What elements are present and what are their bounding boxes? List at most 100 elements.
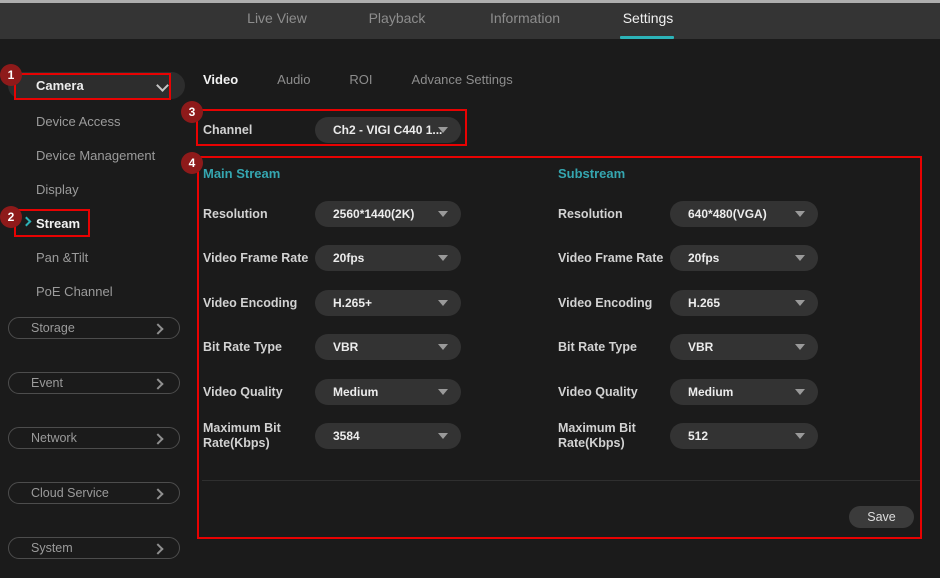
sidebar-item-device-access[interactable]: Device Access [36, 111, 121, 131]
nav-playback[interactable]: Playback [369, 0, 426, 36]
sidebar-item-display[interactable]: Display [36, 179, 79, 199]
chevron-right-icon [152, 323, 163, 334]
sidebar-item-event[interactable]: Event [8, 372, 180, 394]
dropdown-arrow-icon [795, 389, 805, 395]
sub-bit-rate-type-select[interactable]: VBR [670, 334, 818, 360]
main-encoding-label: Video Encoding [203, 296, 315, 311]
main-resolution-value: 2560*1440(2K) [333, 207, 414, 221]
dropdown-arrow-icon [438, 433, 448, 439]
sub-max-bit-rate-label: Maximum Bit Rate(Kbps) [558, 421, 653, 451]
main-frame-rate-select[interactable]: 20fps [315, 245, 461, 271]
main-resolution-row: Resolution 2560*1440(2K) [203, 201, 461, 227]
dropdown-arrow-icon [795, 211, 805, 217]
dropdown-arrow-icon [795, 344, 805, 350]
main-encoding-select[interactable]: H.265+ [315, 290, 461, 316]
sub-video-quality-select[interactable]: Medium [670, 379, 818, 405]
sidebar-item-poe-channel[interactable]: PoE Channel [36, 281, 113, 301]
chevron-right-icon [152, 378, 163, 389]
main-encoding-row: Video Encoding H.265+ [203, 290, 461, 316]
channel-row: Channel Ch2 - VIGI C440 1... [203, 117, 461, 143]
sidebar-item-storage[interactable]: Storage [8, 317, 180, 339]
nav-information[interactable]: Information [490, 0, 560, 36]
sub-max-bit-rate-select[interactable]: 512 [670, 423, 818, 449]
main-stream-title: Main Stream [203, 166, 280, 181]
sidebar-event-label: Event [31, 376, 63, 390]
sidebar-item-camera[interactable]: Camera [8, 72, 185, 99]
main-frame-rate-value: 20fps [333, 251, 364, 265]
channel-select[interactable]: Ch2 - VIGI C440 1... [315, 117, 461, 143]
main-video-quality-row: Video Quality Medium [203, 379, 461, 405]
main-bit-rate-type-select[interactable]: VBR [315, 334, 461, 360]
main-bit-rate-type-value: VBR [333, 340, 358, 354]
active-item-chevron-icon [22, 217, 32, 227]
sidebar-item-pan-tilt[interactable]: Pan &Tilt [36, 247, 88, 267]
main-max-bit-rate-row: Maximum Bit Rate(Kbps) 3584 [203, 423, 461, 449]
main-bit-rate-type-row: Bit Rate Type VBR [203, 334, 461, 360]
dropdown-arrow-icon [795, 433, 805, 439]
sidebar-system-label: System [31, 541, 73, 555]
sub-encoding-label: Video Encoding [558, 296, 670, 311]
top-nav-bar [0, 3, 940, 39]
chevron-right-icon [152, 488, 163, 499]
dropdown-arrow-icon [438, 127, 448, 133]
sub-video-quality-row: Video Quality Medium [558, 379, 818, 405]
sub-video-quality-label: Video Quality [558, 385, 670, 400]
main-frame-rate-row: Video Frame Rate 20fps [203, 245, 461, 271]
channel-value: Ch2 - VIGI C440 1... [333, 123, 442, 137]
sub-bit-rate-type-row: Bit Rate Type VBR [558, 334, 818, 360]
main-encoding-value: H.265+ [333, 296, 372, 310]
nav-live-view[interactable]: Live View [247, 0, 307, 36]
main-resolution-label: Resolution [203, 207, 315, 222]
sidebar-item-stream[interactable]: Stream [36, 213, 80, 233]
tab-advance-settings[interactable]: Advance Settings [412, 72, 513, 90]
sub-resolution-value: 640*480(VGA) [688, 207, 767, 221]
save-button[interactable]: Save [849, 506, 914, 528]
main-video-quality-select[interactable]: Medium [315, 379, 461, 405]
sub-max-bit-rate-row: Maximum Bit Rate(Kbps) 512 [558, 423, 818, 449]
sidebar-item-device-management[interactable]: Device Management [36, 145, 155, 165]
sub-video-quality-value: Medium [688, 385, 733, 399]
dropdown-arrow-icon [795, 300, 805, 306]
sub-max-bit-rate-value: 512 [688, 429, 708, 443]
main-video-quality-label: Video Quality [203, 385, 315, 400]
dropdown-arrow-icon [438, 211, 448, 217]
dropdown-arrow-icon [795, 255, 805, 261]
sidebar-item-cloud-service[interactable]: Cloud Service [8, 482, 180, 504]
sidebar-item-system[interactable]: System [8, 537, 180, 559]
sub-encoding-select[interactable]: H.265 [670, 290, 818, 316]
annotation-step-3-badge: 3 [181, 101, 203, 123]
stream-tabs: Video Audio ROI Advance Settings [203, 72, 513, 90]
tab-roi[interactable]: ROI [349, 72, 372, 90]
tab-audio[interactable]: Audio [277, 72, 310, 90]
dropdown-arrow-icon [438, 255, 448, 261]
sidebar-cloud-service-label: Cloud Service [31, 486, 109, 500]
sub-encoding-row: Video Encoding H.265 [558, 290, 818, 316]
main-max-bit-rate-value: 3584 [333, 429, 360, 443]
sub-frame-rate-row: Video Frame Rate 20fps [558, 245, 818, 271]
dropdown-arrow-icon [438, 344, 448, 350]
sub-bit-rate-type-label: Bit Rate Type [558, 340, 670, 355]
chevron-right-icon [152, 433, 163, 444]
sub-encoding-value: H.265 [688, 296, 720, 310]
substream-title: Substream [558, 166, 625, 181]
dropdown-arrow-icon [438, 300, 448, 306]
dropdown-arrow-icon [438, 389, 448, 395]
main-max-bit-rate-label: Maximum Bit Rate(Kbps) [203, 421, 298, 451]
annotation-step-2-badge: 2 [0, 206, 22, 228]
chevron-right-icon [152, 543, 163, 554]
tab-video[interactable]: Video [203, 72, 238, 90]
main-bit-rate-type-label: Bit Rate Type [203, 340, 315, 355]
sub-resolution-label: Resolution [558, 207, 670, 222]
sub-frame-rate-label: Video Frame Rate [558, 251, 670, 266]
main-video-quality-value: Medium [333, 385, 378, 399]
sidebar-camera-label: Camera [36, 78, 84, 93]
sub-resolution-select[interactable]: 640*480(VGA) [670, 201, 818, 227]
main-max-bit-rate-select[interactable]: 3584 [315, 423, 461, 449]
sub-frame-rate-select[interactable]: 20fps [670, 245, 818, 271]
main-resolution-select[interactable]: 2560*1440(2K) [315, 201, 461, 227]
footer-divider [202, 480, 922, 481]
sidebar-item-network[interactable]: Network [8, 427, 180, 449]
nav-settings[interactable]: Settings [623, 0, 674, 36]
annotation-step-4-badge: 4 [181, 152, 203, 174]
sidebar-network-label: Network [31, 431, 77, 445]
